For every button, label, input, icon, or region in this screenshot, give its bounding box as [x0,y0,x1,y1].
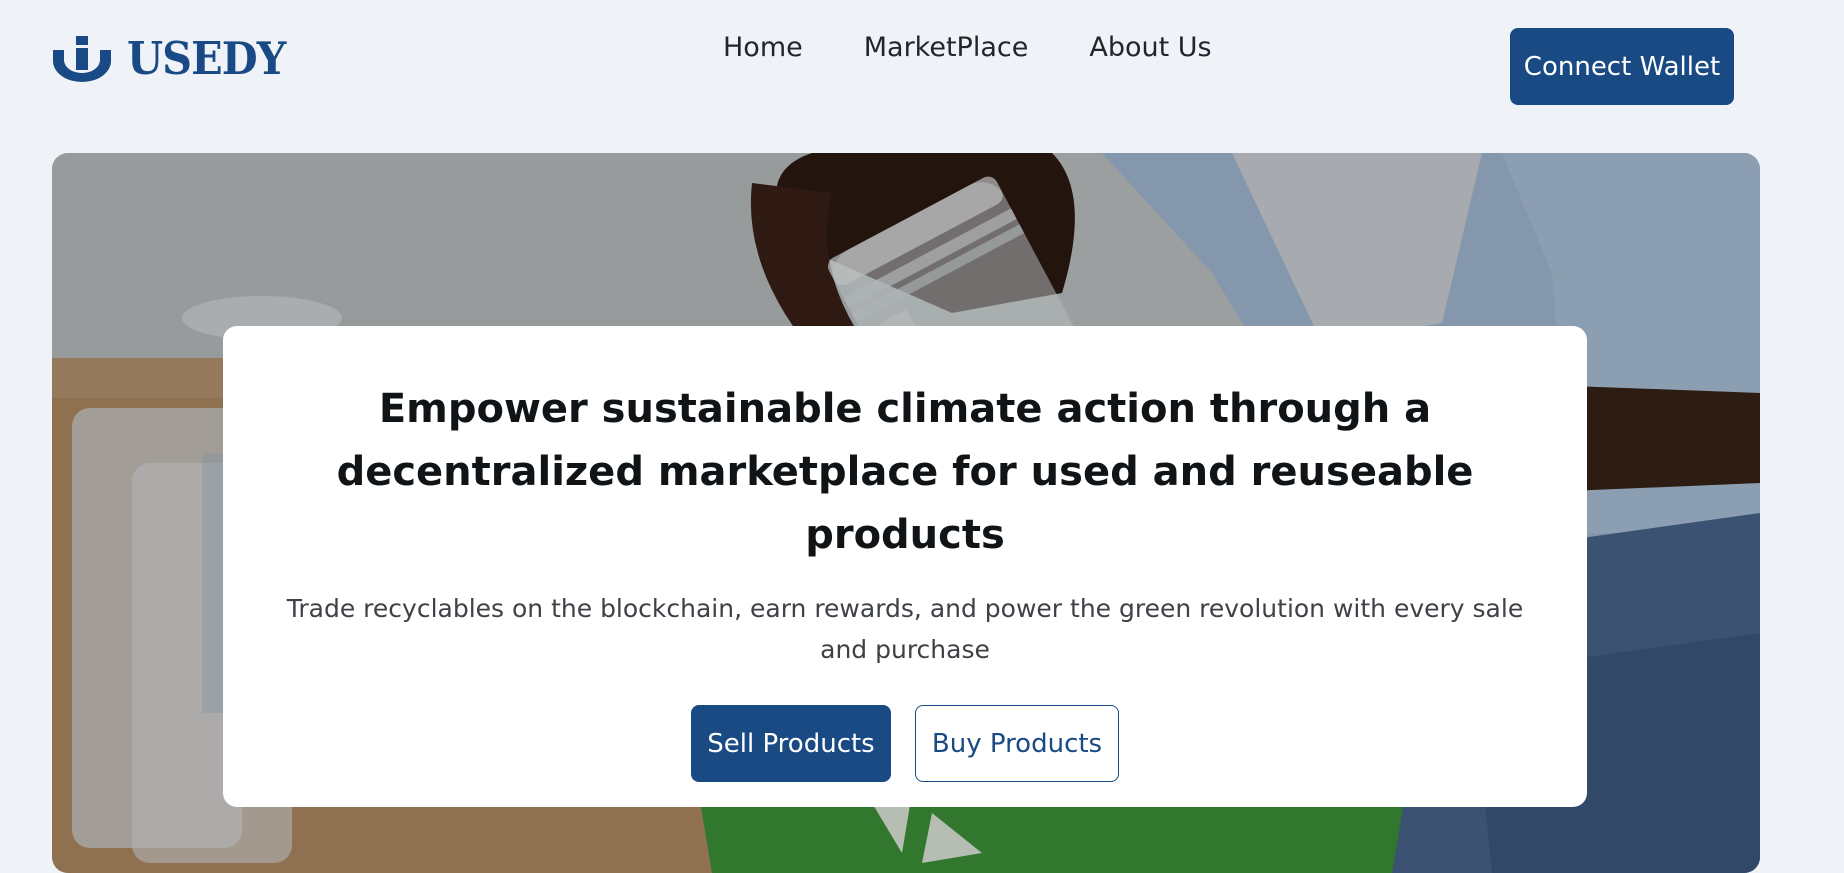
hero-actions: Sell Products Buy Products [223,705,1587,782]
brand-logo[interactable]: USEDY [51,34,299,84]
buy-products-button[interactable]: Buy Products [915,705,1119,782]
hero-subtitle: Trade recyclables on the blockchain, ear… [286,594,1524,664]
usedy-logo-icon [53,36,111,82]
hero-card: Empower sustainable climate action throu… [223,326,1587,807]
brand-name: USEDY [127,32,286,85]
hero-title: Empower sustainable climate action throu… [336,386,1474,558]
nav-link-marketplace[interactable]: MarketPlace [864,30,1029,66]
main-nav: Home MarketPlace About Us [723,30,1212,66]
navbar: USEDY Home MarketPlace About Us Connect … [0,0,1844,140]
sell-products-button[interactable]: Sell Products [691,705,891,782]
nav-link-home[interactable]: Home [723,30,803,66]
nav-link-about-us[interactable]: About Us [1089,30,1211,66]
connect-wallet-button[interactable]: Connect Wallet [1510,28,1734,105]
